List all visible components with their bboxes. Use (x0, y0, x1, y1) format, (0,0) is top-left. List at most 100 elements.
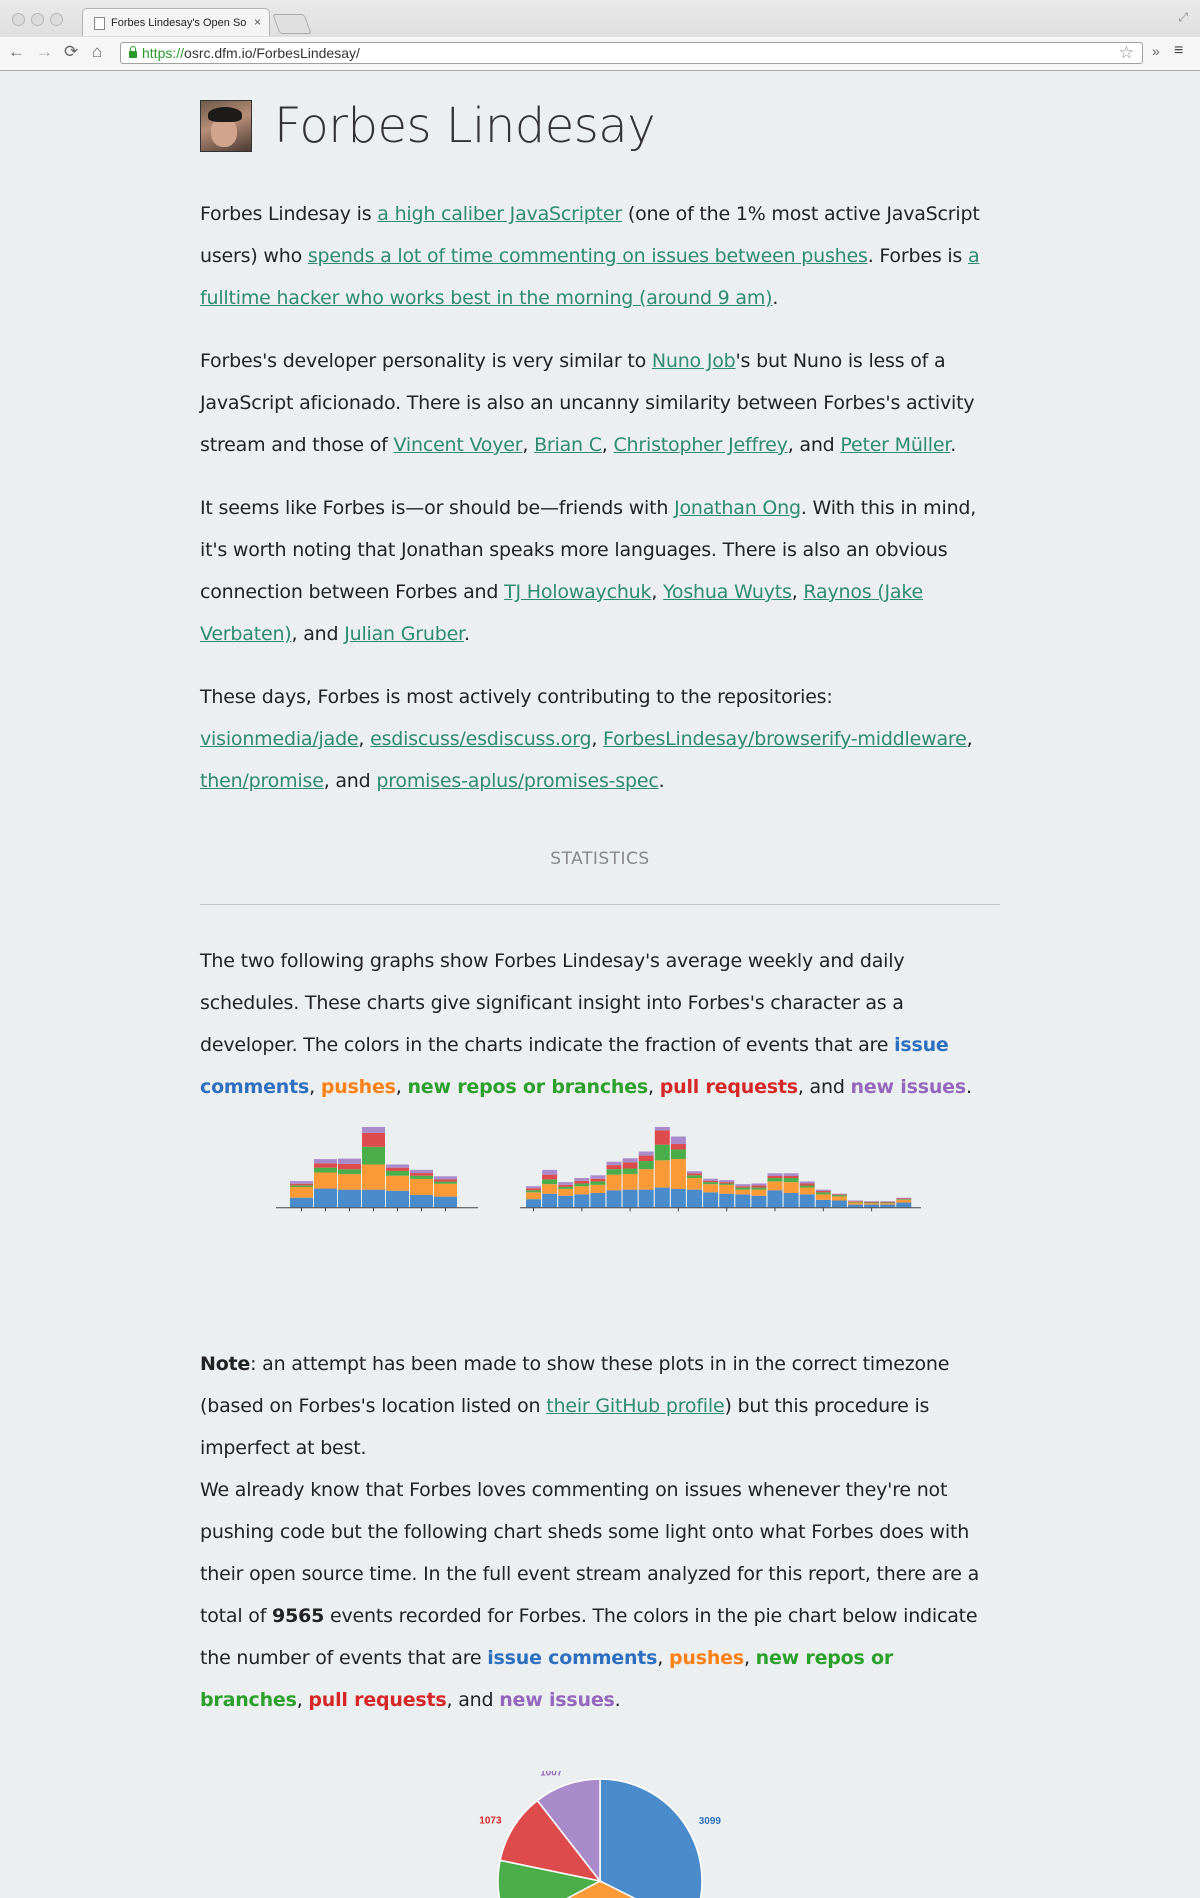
link-repo-jade[interactable]: visionmedia/jade (200, 728, 359, 750)
pie-label: 1073 (479, 1816, 502, 1827)
bar-segment-pull-requests (622, 1162, 638, 1169)
bar-segment-new-repos-or-branches (687, 1175, 702, 1179)
bar-segment-new-issues (638, 1151, 654, 1156)
tab-title: Forbes Lindesay's Open So (111, 17, 247, 29)
friends-paragraph: It seems like Forbes is—or should be—fri… (200, 497, 977, 645)
bar-segment-new-issues (386, 1164, 409, 1168)
bar-segment-new-repos-or-branches (654, 1144, 670, 1161)
menu-icon[interactable]: ≡ (1174, 42, 1183, 60)
bar-segment-issue-comments (410, 1194, 433, 1208)
extensions-overflow-icon[interactable]: » (1152, 43, 1160, 59)
window-controls (12, 13, 69, 31)
bar-segment-issue-comments (638, 1189, 654, 1208)
url-scheme: https:// (142, 45, 185, 61)
bar-segment-new-repos-or-branches (590, 1181, 606, 1185)
bar-segment-issue-comments (767, 1190, 783, 1208)
bar-segment-new-issues (526, 1186, 541, 1189)
link-christopher-jeffrey[interactable]: Christopher Jeffrey (613, 434, 787, 456)
browser-tab[interactable]: Forbes Lindesay's Open So × (82, 8, 270, 36)
bar-segment-pull-requests (638, 1155, 654, 1162)
bar-segment-pull-requests (338, 1163, 361, 1170)
bar-segment-issue-comments (434, 1196, 457, 1208)
bar-segment-new-issues (880, 1201, 896, 1202)
bar-segment-pull-requests (799, 1183, 815, 1186)
bar-segment-new-repos-or-branches (574, 1183, 590, 1187)
bar-segment-new-repos-or-branches (831, 1195, 847, 1197)
bar-segment-issue-comments (654, 1187, 670, 1208)
bar-segment-pushes (638, 1169, 654, 1190)
link-jonathan-ong[interactable]: Jonathan Ong (674, 497, 801, 519)
home-icon[interactable]: ⌂ (92, 43, 102, 61)
schedule-paragraph: The two following graphs show Forbes Lin… (200, 950, 972, 1098)
tick-label: 6pm (814, 1214, 833, 1215)
bar-segment-pushes (410, 1178, 433, 1195)
bar-segment-issue-comments (386, 1190, 409, 1208)
bar-segment-new-repos-or-branches (434, 1181, 457, 1184)
browser-toolbar: ← → ⟳ ⌂ https://osrc.dfm.io/ForbesLindes… (0, 37, 1200, 70)
bar-segment-pull-requests (831, 1194, 847, 1196)
url-text: osrc.dfm.io/ForbesLindesay/ (184, 45, 360, 61)
pie-label: 3099 (699, 1816, 722, 1827)
bar-segment-pull-requests (848, 1201, 863, 1202)
bar-segment-new-issues (719, 1180, 735, 1183)
bar-segment-new-repos-or-branches (767, 1178, 783, 1182)
bar-segment-new-repos-or-branches (558, 1186, 574, 1189)
link-vincent-voyer[interactable]: Vincent Voyer (394, 434, 523, 456)
bar-segment-issue-comments (574, 1194, 590, 1208)
address-bar[interactable]: https://osrc.dfm.io/ForbesLindesay/ ☆ (120, 42, 1143, 64)
link-repo-promises-spec[interactable]: promises-aplus/promises-spec (376, 770, 658, 792)
bar-segment-new-repos-or-branches (606, 1169, 622, 1175)
link-github-profile[interactable]: their GitHub profile (546, 1395, 724, 1417)
link-commenting[interactable]: spends a lot of time commenting on issue… (308, 245, 868, 267)
bar-segment-pushes (799, 1187, 815, 1195)
bar-segment-new-issues (590, 1175, 606, 1179)
back-icon[interactable]: ← (8, 43, 25, 61)
link-yoshua-wuyts[interactable]: Yoshua Wuyts (663, 581, 792, 603)
summary-paragraph: Forbes Lindesay is a high caliber JavaSc… (200, 203, 980, 309)
bar-segment-issue-comments (687, 1189, 702, 1208)
link-nuno-job[interactable]: Nuno Job (652, 350, 736, 372)
bar-segment-new-repos-or-branches (848, 1201, 863, 1203)
bar-segment-issue-comments (290, 1197, 313, 1208)
tick-label: 6am (620, 1214, 639, 1215)
bar-segment-new-issues (815, 1189, 831, 1191)
bar-segment-pushes (434, 1183, 457, 1197)
bar-segment-pushes (622, 1173, 638, 1190)
link-brian-c[interactable]: Brian C (534, 434, 602, 456)
bar-segment-new-repos-or-branches (880, 1202, 896, 1204)
timezone-note: Note: an attempt has been made to show t… (200, 1353, 950, 1459)
page-title: Forbes Lindesay (274, 98, 656, 154)
bar-segment-new-issues (783, 1173, 799, 1176)
tick-label: T (394, 1214, 400, 1215)
link-julian-gruber[interactable]: Julian Gruber (344, 623, 464, 645)
bar-segment-issue-comments (606, 1190, 622, 1208)
close-window-button[interactable] (12, 13, 25, 26)
bar-segment-pushes (719, 1184, 735, 1194)
page-content: Forbes Lindesay Forbes Lindesay is a hig… (0, 71, 1200, 1898)
bar-segment-issue-comments (799, 1194, 815, 1208)
link-high-caliber[interactable]: a high caliber JavaScripter (377, 203, 622, 225)
fullscreen-icon[interactable]: ⤢ (1178, 10, 1188, 25)
bar-segment-pushes (386, 1175, 409, 1191)
bar-segment-pull-requests (703, 1180, 719, 1183)
link-repo-esdiscuss[interactable]: esdiscuss/esdiscuss.org (370, 728, 591, 750)
bar-segment-new-repos-or-branches (815, 1192, 831, 1195)
bar-segment-pushes (815, 1194, 831, 1200)
bookmark-star-icon[interactable]: ☆ (1119, 43, 1134, 63)
reload-icon[interactable]: ⟳ (64, 43, 78, 61)
link-repo-promise[interactable]: then/promise (200, 770, 324, 792)
link-peter-muller[interactable]: Peter Müller (840, 434, 950, 456)
new-tab-button[interactable] (272, 14, 312, 34)
link-tj-holowaychuk[interactable]: TJ Holowaychuk (504, 581, 651, 603)
bar-segment-issue-comments (719, 1193, 735, 1208)
minimize-window-button[interactable] (31, 13, 44, 26)
tab-close-icon[interactable]: × (254, 15, 261, 29)
bar-segment-pull-requests (558, 1184, 574, 1187)
bar-segment-new-issues (606, 1161, 622, 1166)
forward-icon[interactable]: → (36, 43, 53, 61)
link-repo-browserify-middleware[interactable]: ForbesLindesay/browserify-middleware (603, 728, 967, 750)
bar-segment-pull-requests (386, 1167, 409, 1171)
tick-label: T (346, 1214, 352, 1215)
event-summary-paragraph: We already know that Forbes loves commen… (200, 1479, 980, 1711)
zoom-window-button[interactable] (50, 13, 63, 26)
